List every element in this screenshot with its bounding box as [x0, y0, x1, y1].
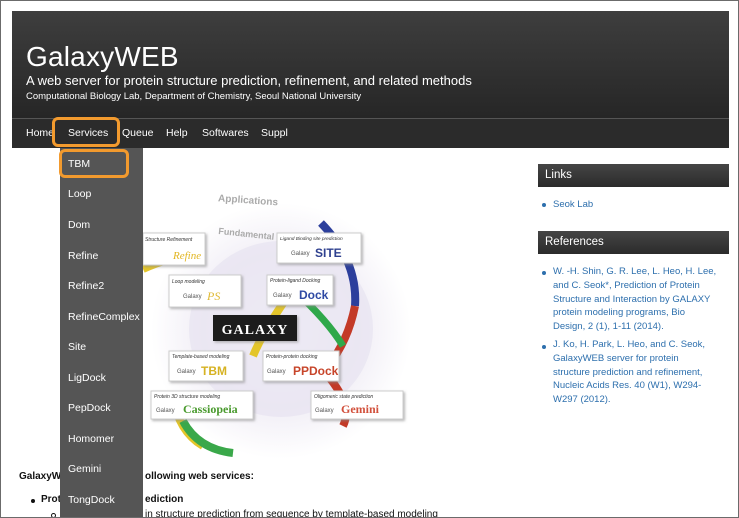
site-caption: Ligand Binding site prediction [280, 236, 343, 242]
dropdown-item-homomer[interactable]: Homomer [68, 433, 114, 445]
services-dropdown: TBM Loop Dom Refine Refine2 RefineComple… [60, 148, 143, 517]
service-description: in structure prediction from sequence by… [145, 509, 438, 518]
reference-1-line: and C. Seok*, Prediction of Protein [553, 279, 700, 291]
loop-prefix: Galaxy [183, 294, 202, 300]
cassiopeia-name: Cassiopeia [183, 402, 238, 416]
ppdock-box: Protein-protein docking Galaxy PPDock [262, 350, 340, 382]
ref-bullet-2 [542, 345, 546, 349]
site-prefix: Galaxy [291, 251, 310, 257]
services-highlight [52, 117, 120, 147]
refine-name: Refine [172, 250, 201, 262]
link-bullet [542, 203, 546, 207]
cassiopeia-box: Protein 3D structure modeling Galaxy Cas… [150, 390, 254, 420]
tbm-box: Template-based modeling Galaxy TBM [168, 350, 244, 382]
link-seok-lab[interactable]: Seok Lab [553, 199, 593, 210]
reference-1-line: Design, 2 (1), 1-11 (2014). [553, 321, 664, 333]
gemini-box: Oligomeric state prediction Galaxy Gemin… [310, 390, 404, 420]
tbm-caption: Template-based modeling [172, 354, 230, 360]
nav-home[interactable]: Home [26, 127, 54, 139]
galaxy-center-box: GALAXY [213, 315, 297, 341]
intro-text-right: ollowing web services: [145, 471, 254, 482]
gemini-prefix: Galaxy [315, 408, 334, 414]
ppdock-name: PPDock [293, 364, 339, 378]
gemini-caption: Oligomeric state prediction [314, 394, 373, 400]
browser-frame: GalaxyWEB A web server for protein struc… [0, 0, 739, 518]
reference-2-line: structure prediction and refinement, [553, 366, 703, 378]
list-bullet [31, 499, 35, 503]
site-subtitle: A web server for protein structure predi… [26, 73, 472, 88]
dropdown-item-ligdock[interactable]: LigDock [68, 372, 106, 384]
nav-softwares[interactable]: Softwares [202, 127, 249, 139]
ppdock-prefix: Galaxy [267, 369, 286, 375]
tbm-prefix: Galaxy [177, 369, 196, 375]
dropdown-item-tongdock[interactable]: TongDock [68, 494, 115, 506]
service-category-right: ediction [145, 494, 184, 505]
reference-1-line: Structure and Interaction by GALAXY [553, 293, 711, 305]
loop-caption: Loop modeling [172, 279, 205, 285]
loop-box: Loop modeling Galaxy PS [168, 274, 242, 308]
galaxy-center-label: GALAXY [222, 323, 289, 338]
dock-caption: Protein-ligand Docking [270, 278, 321, 284]
cassiopeia-caption: Protein 3D structure modeling [154, 394, 220, 400]
galaxy-methods-diagram: Applications Fundamental Structure Refin… [143, 193, 411, 459]
reference-2-line: W297 (2012). [553, 394, 611, 406]
intro-text-left: GalaxyW [19, 471, 62, 482]
reference-1-line: W. -H. Shin, G. R. Lee, L. Heo, H. Lee, [553, 266, 717, 277]
refine-caption: Structure Refinement [145, 237, 193, 243]
reference-2-line: GalaxyWEB server for protein [553, 352, 679, 364]
reference-1[interactable]: W. -H. Shin, G. R. Lee, L. Heo, H. Lee, … [553, 265, 731, 334]
dropdown-item-loop[interactable]: Loop [68, 188, 91, 200]
nav-suppl[interactable]: Suppl [261, 127, 288, 139]
service-category-left: Prot [41, 494, 61, 505]
ppdock-caption: Protein-protein docking [266, 354, 318, 360]
label-applications: Applications [218, 193, 279, 208]
reference-2-line: Nucleic Acids Res. 40 (W1), W294- [553, 380, 702, 392]
nav-help[interactable]: Help [166, 127, 188, 139]
references-heading: References [538, 231, 729, 254]
reference-2[interactable]: J. Ko, H. Park, L. Heo, and C. Seok, Gal… [553, 338, 731, 407]
refine-box: Structure Refinement Refine [143, 232, 206, 266]
dropdown-item-refine2[interactable]: Refine2 [68, 280, 104, 292]
list-sub-bullet [51, 513, 56, 517]
cassiopeia-prefix: Galaxy [156, 408, 175, 414]
site-title[interactable]: GalaxyWEB [26, 41, 179, 73]
tbm-highlight [59, 149, 129, 178]
reference-2-line: J. Ko, H. Park, L. Heo, and C. Seok, [553, 339, 706, 350]
dropdown-item-pepdock[interactable]: PepDock [68, 402, 111, 414]
dock-name: Dock [299, 288, 329, 302]
links-heading: Links [538, 164, 729, 187]
dock-prefix: Galaxy [273, 293, 292, 299]
dropdown-item-site[interactable]: Site [68, 341, 86, 353]
site-box: Ligand Binding site prediction Galaxy SI… [276, 232, 362, 264]
gemini-name: Gemini [341, 402, 380, 416]
dropdown-item-gemini[interactable]: Gemini [68, 463, 101, 475]
loop-name: PS [206, 289, 220, 303]
tbm-name: TBM [201, 364, 227, 378]
dropdown-item-dom[interactable]: Dom [68, 219, 90, 231]
dropdown-item-refinecomplex[interactable]: RefineComplex [68, 311, 140, 323]
ref-bullet-1 [542, 271, 546, 275]
site-affiliation: Computational Biology Lab, Department of… [26, 91, 362, 102]
nav-queue[interactable]: Queue [122, 127, 154, 139]
reference-1-line: protein modeling programs, Bio [553, 307, 686, 319]
site-header: GalaxyWEB A web server for protein struc… [12, 11, 729, 118]
dropdown-item-refine[interactable]: Refine [68, 250, 98, 262]
site-name: SITE [315, 246, 342, 260]
dock-box: Protein-ligand Docking Galaxy Dock [266, 274, 334, 306]
